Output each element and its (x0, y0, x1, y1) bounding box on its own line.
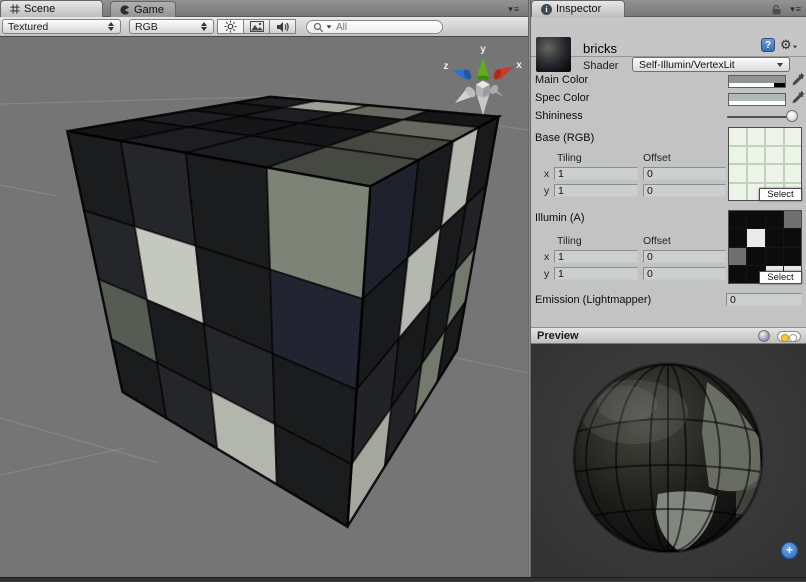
render-mode-value: Textured (8, 21, 48, 33)
scene-panel: Scene Game ▾≡ Textured RGB (0, 0, 528, 577)
shader-dropdown[interactable]: Self-Illumin/VertexLit (632, 57, 790, 72)
audio-toggle-button[interactable] (269, 19, 296, 34)
info-icon: i (541, 4, 552, 15)
spec-color-label: Spec Color (535, 92, 589, 104)
y-row-label: y (544, 185, 549, 197)
scene-search-field[interactable] (306, 20, 443, 34)
main-color-swatch[interactable] (728, 75, 786, 88)
offset-header: Offset (643, 152, 671, 164)
scene-toolbar: Textured RGB (0, 17, 528, 37)
window-bottom-edge (0, 577, 806, 581)
illumin-offset-x-input[interactable] (643, 250, 726, 263)
shininess-label: Shininess (535, 110, 583, 122)
cube-object[interactable] (67, 97, 498, 527)
gizmo-y-label[interactable]: y (480, 44, 486, 55)
base-offset-x-input[interactable] (643, 167, 726, 180)
gizmo-z-label[interactable]: z (444, 61, 449, 72)
color-mode-dropdown[interactable]: RGB (129, 19, 214, 34)
light-on-dot-icon (781, 334, 789, 342)
tiling-header: Tiling (557, 235, 582, 247)
gizmo-y-axis[interactable] (477, 57, 489, 81)
material-name: bricks (583, 41, 617, 56)
scene-gizmo[interactable]: y x z (444, 44, 523, 115)
image-icon (250, 21, 264, 32)
base-map-label: Base (RGB) (535, 132, 594, 144)
preview-title: Preview (537, 330, 579, 342)
tab-scene[interactable]: Scene (0, 0, 103, 17)
updown-arrows-icon (108, 22, 115, 31)
emission-label: Emission (Lightmapper) (535, 294, 651, 306)
scene-3d-view[interactable]: y x z (0, 37, 528, 577)
illumin-map-label: Illumin (A) (535, 212, 585, 224)
light-off-dot-icon (789, 334, 797, 342)
tab-inspector[interactable]: i Inspector (531, 0, 625, 17)
render-mode-dropdown[interactable]: Textured (2, 19, 121, 34)
preview-lighting-toggle[interactable] (777, 331, 801, 342)
illumin-select-button[interactable]: Select (759, 271, 802, 284)
main-color-label: Main Color (535, 74, 588, 86)
gear-icon[interactable]: ⚙ (780, 37, 798, 53)
cube-face-front (67, 131, 370, 527)
help-button[interactable]: ? (761, 38, 775, 52)
tiling-header: Tiling (557, 152, 582, 164)
y-row-label: y (544, 268, 549, 280)
preview-bar: Preview (531, 327, 806, 344)
inspector-menu-icon[interactable]: ▾≡ (790, 4, 802, 15)
search-input[interactable] (334, 21, 436, 34)
sun-icon (224, 20, 237, 33)
illumin-tiling-y-input[interactable] (554, 267, 638, 280)
eyedropper-icon[interactable] (791, 72, 805, 86)
tab-scene-label: Scene (24, 3, 55, 15)
shader-label: Shader (583, 60, 618, 72)
updown-arrows-icon (201, 22, 208, 31)
gizmo-x-label[interactable]: x (516, 60, 522, 71)
eyedropper-icon[interactable] (791, 90, 805, 104)
lighting-toggle-button[interactable] (217, 19, 244, 34)
search-filter-arrow-icon[interactable] (327, 25, 332, 28)
scene-viewport[interactable]: y x z (0, 37, 528, 577)
scene-tabbar: Scene Game ▾≡ (0, 0, 528, 17)
illumin-offset-y-input[interactable] (643, 267, 726, 280)
grid-icon (10, 4, 20, 14)
tab-game-label: Game (134, 4, 164, 16)
preview-sphere (531, 344, 806, 577)
material-header: bricks Shader Self-Illumin/VertexLit ? ⚙ (531, 17, 806, 57)
gizmo-x-axis[interactable] (492, 67, 514, 81)
base-tiling-y-input[interactable] (554, 184, 638, 197)
spec-color-swatch[interactable] (728, 93, 786, 106)
base-select-button[interactable]: Select (759, 188, 802, 201)
tab-inspector-label: Inspector (556, 3, 601, 15)
shininess-slider-track[interactable] (727, 116, 789, 118)
preview-shape-button[interactable] (758, 330, 770, 342)
skybox-toggle-button[interactable] (243, 19, 270, 34)
tab-game[interactable]: Game (110, 1, 176, 17)
preview-canvas[interactable]: + (531, 344, 806, 577)
gizmo-z-axis[interactable] (452, 68, 473, 81)
emission-input[interactable] (726, 293, 802, 306)
base-offset-y-input[interactable] (643, 184, 726, 197)
lock-icon[interactable] (771, 4, 782, 15)
game-icon (120, 5, 130, 15)
inspector-panel: i Inspector ▾≡ bricks Shader Self-Illumi… (531, 0, 806, 577)
inspector-tabbar: i Inspector ▾≡ (531, 0, 806, 17)
speaker-icon (276, 21, 290, 33)
base-tiling-x-input[interactable] (554, 167, 638, 180)
shader-value: Self-Illumin/VertexLit (639, 59, 777, 71)
illumin-tiling-x-input[interactable] (554, 250, 638, 263)
chevron-down-icon (777, 63, 783, 67)
search-icon (313, 22, 324, 33)
x-row-label: x (544, 251, 549, 263)
offset-header: Offset (643, 235, 671, 247)
shininess-slider-handle[interactable] (786, 110, 798, 122)
add-button[interactable]: + (781, 542, 798, 559)
x-row-label: x (544, 168, 549, 180)
material-thumbnail[interactable] (536, 37, 571, 72)
scene-menu-icon[interactable]: ▾≡ (508, 4, 520, 15)
color-mode-value: RGB (135, 21, 158, 33)
